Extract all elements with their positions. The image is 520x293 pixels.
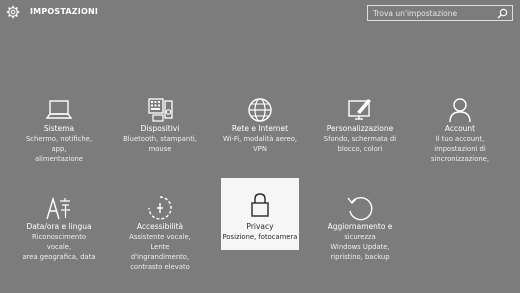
tile-rete-internet[interactable]: Rete e Internet Wi-Fi, modalità aereo, VP… — [221, 90, 299, 162]
tile-description: Bluetooth, stampanti, mouse — [123, 135, 197, 153]
search-placeholder[interactable]: Trova un'impostazione — [373, 9, 457, 18]
tile-title: Account — [444, 124, 476, 133]
laptop-icon — [45, 100, 73, 119]
tile-accessibilita[interactable]: Accessibilità Assistente vocale, Lente d'… — [121, 188, 199, 271]
lock-icon — [251, 193, 269, 217]
tile-title: Personalizzazione — [326, 124, 394, 133]
person-icon — [449, 98, 471, 123]
search-icon[interactable] — [497, 8, 508, 19]
tile-title: Aggiornamento e — [327, 222, 393, 231]
language-icon — [46, 196, 70, 220]
tile-title: Dispositivi — [140, 124, 180, 133]
tile-description: sicurezza Windows Update, ripristino, back… — [330, 233, 390, 261]
tile-title: Privacy — [246, 222, 274, 231]
tile-data-ora-lingua[interactable]: Data/ora e lingua Riconoscimento vocale,… — [20, 188, 98, 261]
tile-account[interactable]: Account Il tuo account, impostazioni di si… — [421, 90, 499, 163]
tile-description: Assistente vocale, Lente d'ingrandimento,… — [129, 233, 191, 271]
title-bar: IMPOSTAZIONI Trova un'impostazione — [0, 0, 520, 26]
update-icon — [347, 196, 373, 221]
tile-personalizzazione[interactable]: Personalizzazione Sfondo, schermata di bl… — [321, 90, 399, 162]
tile-title: Accessibilità — [136, 222, 184, 231]
tile-title: Data/ora e lingua — [26, 222, 92, 231]
tile-description: Riconoscimento vocale, area geografica, d… — [22, 233, 96, 261]
tile-description: Posizione, fotocamera — [222, 233, 298, 241]
gear-icon — [6, 5, 20, 19]
tile-dispositivi[interactable]: Dispositivi Bluetooth, stampanti, mouse — [121, 90, 199, 162]
tile-sistema[interactable]: Sistema Schermo, notifiche, app, alimenta… — [20, 90, 98, 163]
tile-privacy[interactable]: Privacy Posizione, fotocamera — [221, 178, 299, 250]
tile-description: Schermo, notifiche, app, alimentazione — [25, 135, 92, 163]
tile-title: Sistema — [43, 124, 75, 133]
tile-description: Wi-Fi, modalità aereo, VPN — [222, 135, 298, 153]
tile-description: Sfondo, schermata di blocco, colori — [323, 135, 397, 153]
tile-aggiornamento[interactable]: Aggiornamento e sicurezza Windows Update,… — [321, 188, 399, 261]
devices-icon — [148, 98, 173, 122]
app-title: IMPOSTAZIONI — [30, 7, 99, 16]
personalization-icon — [348, 99, 371, 120]
globe-icon — [248, 98, 272, 122]
tile-description: Il tuo account, impostazioni di sincronizz… — [430, 135, 490, 163]
accessibility-icon — [148, 196, 172, 220]
tile-title: Rete e Internet — [231, 124, 289, 133]
search-input[interactable]: Trova un'impostazione — [367, 5, 513, 21]
